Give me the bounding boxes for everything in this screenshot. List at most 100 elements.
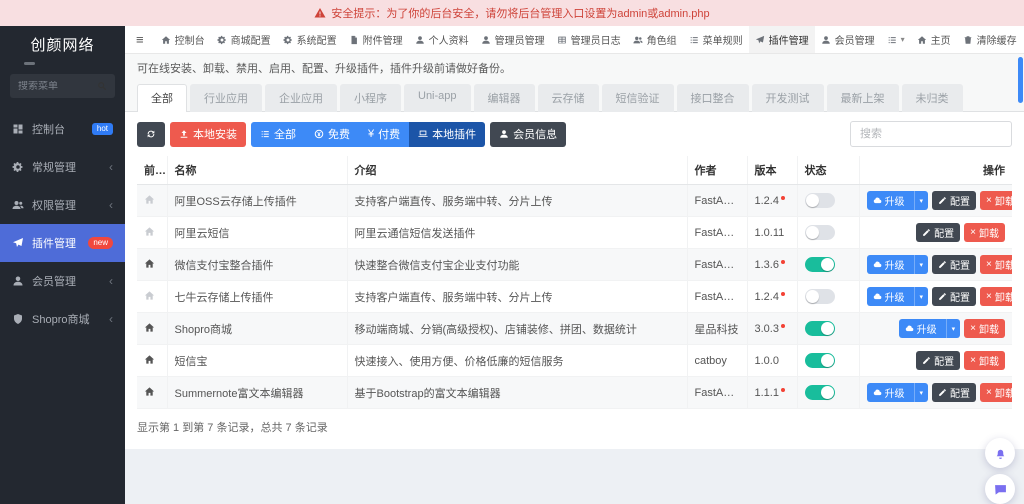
sidebar-item-dashboard[interactable]: 控制台 hot — [0, 110, 125, 148]
status-toggle[interactable] — [804, 321, 835, 336]
sidebar-toggle-icon[interactable]: ≡ — [125, 26, 155, 53]
tab-sms[interactable]: 短信验证 — [601, 84, 674, 112]
status-toggle[interactable] — [804, 257, 835, 272]
upgrade-button[interactable]: 升级 ▾ — [898, 319, 961, 338]
upgrade-caret[interactable]: ▾ — [913, 191, 929, 210]
button-label: 升级 — [884, 293, 905, 304]
nav-system-config[interactable]: 系统配置 — [277, 26, 343, 53]
tab-cloud-storage[interactable]: 云存储 — [537, 84, 599, 112]
nav-profile[interactable]: 个人资料 — [409, 26, 475, 53]
table-row: Shopro商城 移动端商城、分销(高级授权)、店铺装修、拼团、数据统计 星品科… — [137, 312, 1012, 345]
upgrade-button[interactable]: 升级 ▾ — [866, 287, 929, 306]
tab-devtest[interactable]: 开发测试 — [751, 84, 824, 112]
close-icon: × — [970, 227, 976, 238]
sidebar-search-input[interactable] — [18, 80, 97, 92]
uninstall-button[interactable]: ×卸载 — [980, 383, 1012, 402]
nav-homepage[interactable]: 主页 — [911, 26, 957, 53]
upgrade-button[interactable]: 升级 ▾ — [866, 383, 929, 402]
uninstall-button[interactable]: ×卸载 — [980, 255, 1012, 274]
status-toggle[interactable] — [804, 353, 835, 368]
frontend-home-icon — [144, 354, 155, 365]
status-toggle[interactable] — [804, 225, 835, 240]
table-search-input[interactable] — [850, 121, 1012, 147]
nav-role-group[interactable]: 角色组 — [627, 26, 683, 53]
nav-admin-log[interactable]: 管理员日志 — [551, 26, 627, 53]
filter-all-button[interactable]: 全部 — [251, 121, 305, 147]
nav-admin-manage[interactable]: 管理员管理 — [475, 26, 551, 53]
scrollbar-thumb[interactable] — [1018, 57, 1023, 103]
chat-fab[interactable] — [985, 474, 1015, 504]
sidebar-item-auth[interactable]: 权限管理 ‹ — [0, 186, 125, 224]
uninstall-button[interactable]: ×卸载 — [980, 191, 1012, 210]
status-toggle[interactable] — [804, 193, 835, 208]
config-button[interactable]: 配置 — [932, 191, 977, 210]
plugin-name: Shopro商城 — [166, 312, 348, 345]
col-author: 作者 — [686, 156, 748, 185]
app-logo: 创颜网络 — [30, 37, 95, 54]
sidebar-item-member[interactable]: 会员管理 ‹ — [0, 262, 125, 300]
filter-free-button[interactable]: 免费 — [305, 121, 359, 147]
tab-editor[interactable]: 编辑器 — [473, 84, 535, 112]
status-toggle[interactable] — [804, 385, 835, 400]
sidebar-item-label: 插件管理 — [32, 238, 76, 250]
plugin-intro: 支持客户端直传、服务端中转、分片上传 — [346, 184, 688, 217]
cloud-icon — [873, 292, 882, 301]
refresh-button[interactable] — [137, 121, 165, 147]
button-label: 卸载 — [994, 389, 1012, 400]
uninstall-button[interactable]: ×卸载 — [964, 319, 1005, 338]
new-badge: new — [88, 236, 113, 250]
tab-uniapp[interactable]: Uni-app — [404, 84, 471, 112]
nav-attachment[interactable]: 附件管理 — [343, 26, 409, 53]
tab-newest[interactable]: 最新上架 — [826, 84, 899, 112]
filter-paid-button[interactable]: ¥ 付费 — [359, 121, 410, 147]
tab-enterprise[interactable]: 企业应用 — [265, 84, 337, 112]
sidebar-item-general[interactable]: 常规管理 ‹ — [0, 148, 125, 186]
nav-label: 管理员管理 — [494, 36, 545, 47]
user-icon — [499, 129, 509, 139]
uninstall-button[interactable]: ×卸载 — [964, 351, 1005, 370]
uninstall-button[interactable]: ×卸载 — [980, 287, 1012, 306]
tab-industry[interactable]: 行业应用 — [190, 84, 262, 112]
upgrade-button[interactable]: 升级 ▾ — [866, 255, 929, 274]
nav-dashboard[interactable]: 控制台 — [155, 26, 211, 53]
tab-miniapp[interactable]: 小程序 — [340, 84, 401, 112]
nav-member-manage[interactable]: 会员管理 — [815, 26, 881, 53]
nav-shop-config[interactable]: 商城配置 — [211, 26, 277, 53]
tab-api[interactable]: 接口整合 — [676, 84, 749, 112]
upgrade-caret[interactable]: ▾ — [913, 287, 929, 306]
cloud-icon — [873, 260, 882, 269]
warning-icon — [314, 7, 326, 19]
member-info-button[interactable]: 会员信息 — [490, 121, 567, 147]
sidebar-item-plugin[interactable]: 插件管理 new — [0, 224, 125, 262]
uninstall-button[interactable]: ×卸载 — [964, 223, 1005, 242]
config-button[interactable]: 配置 — [932, 383, 977, 402]
upgrade-caret[interactable]: ▾ — [913, 383, 929, 402]
nav-plugin-manage[interactable]: 插件管理 — [748, 26, 815, 53]
status-toggle[interactable] — [804, 289, 835, 304]
plugin-version: 1.0.0 — [754, 354, 779, 367]
config-button[interactable]: 配置 — [916, 223, 961, 242]
upgrade-button[interactable]: 升级 ▾ — [866, 191, 929, 210]
pencil-icon — [938, 292, 947, 301]
tab-list-dropdown[interactable]: ▾ — [881, 26, 911, 53]
notification-fab[interactable] — [985, 438, 1015, 468]
local-install-button[interactable]: 本地安装 — [170, 121, 246, 147]
nav-clear-cache[interactable]: 清除缓存 — [957, 26, 1023, 53]
sidebar-item-shopro[interactable]: Shopro商城 ‹ — [0, 300, 125, 338]
user-icon — [481, 35, 491, 45]
tab-uncategorized[interactable]: 未归类 — [901, 84, 963, 112]
config-button[interactable]: 配置 — [916, 351, 961, 370]
config-button[interactable]: 配置 — [932, 287, 977, 306]
plugin-name: 阿里云短信 — [166, 216, 348, 249]
home-icon — [161, 35, 171, 45]
button-label: 全部 — [274, 129, 296, 141]
col-frontend: 前台 — [137, 156, 168, 185]
sidebar-search[interactable] — [10, 74, 115, 98]
tab-all[interactable]: 全部 — [137, 84, 187, 112]
filter-local-button[interactable]: 本地插件 — [409, 121, 486, 147]
upgrade-caret[interactable]: ▾ — [945, 319, 961, 338]
config-button[interactable]: 配置 — [932, 255, 977, 274]
update-dot — [780, 195, 785, 200]
nav-menu-rule[interactable]: 菜单规则 — [683, 26, 749, 53]
upgrade-caret[interactable]: ▾ — [913, 255, 929, 274]
